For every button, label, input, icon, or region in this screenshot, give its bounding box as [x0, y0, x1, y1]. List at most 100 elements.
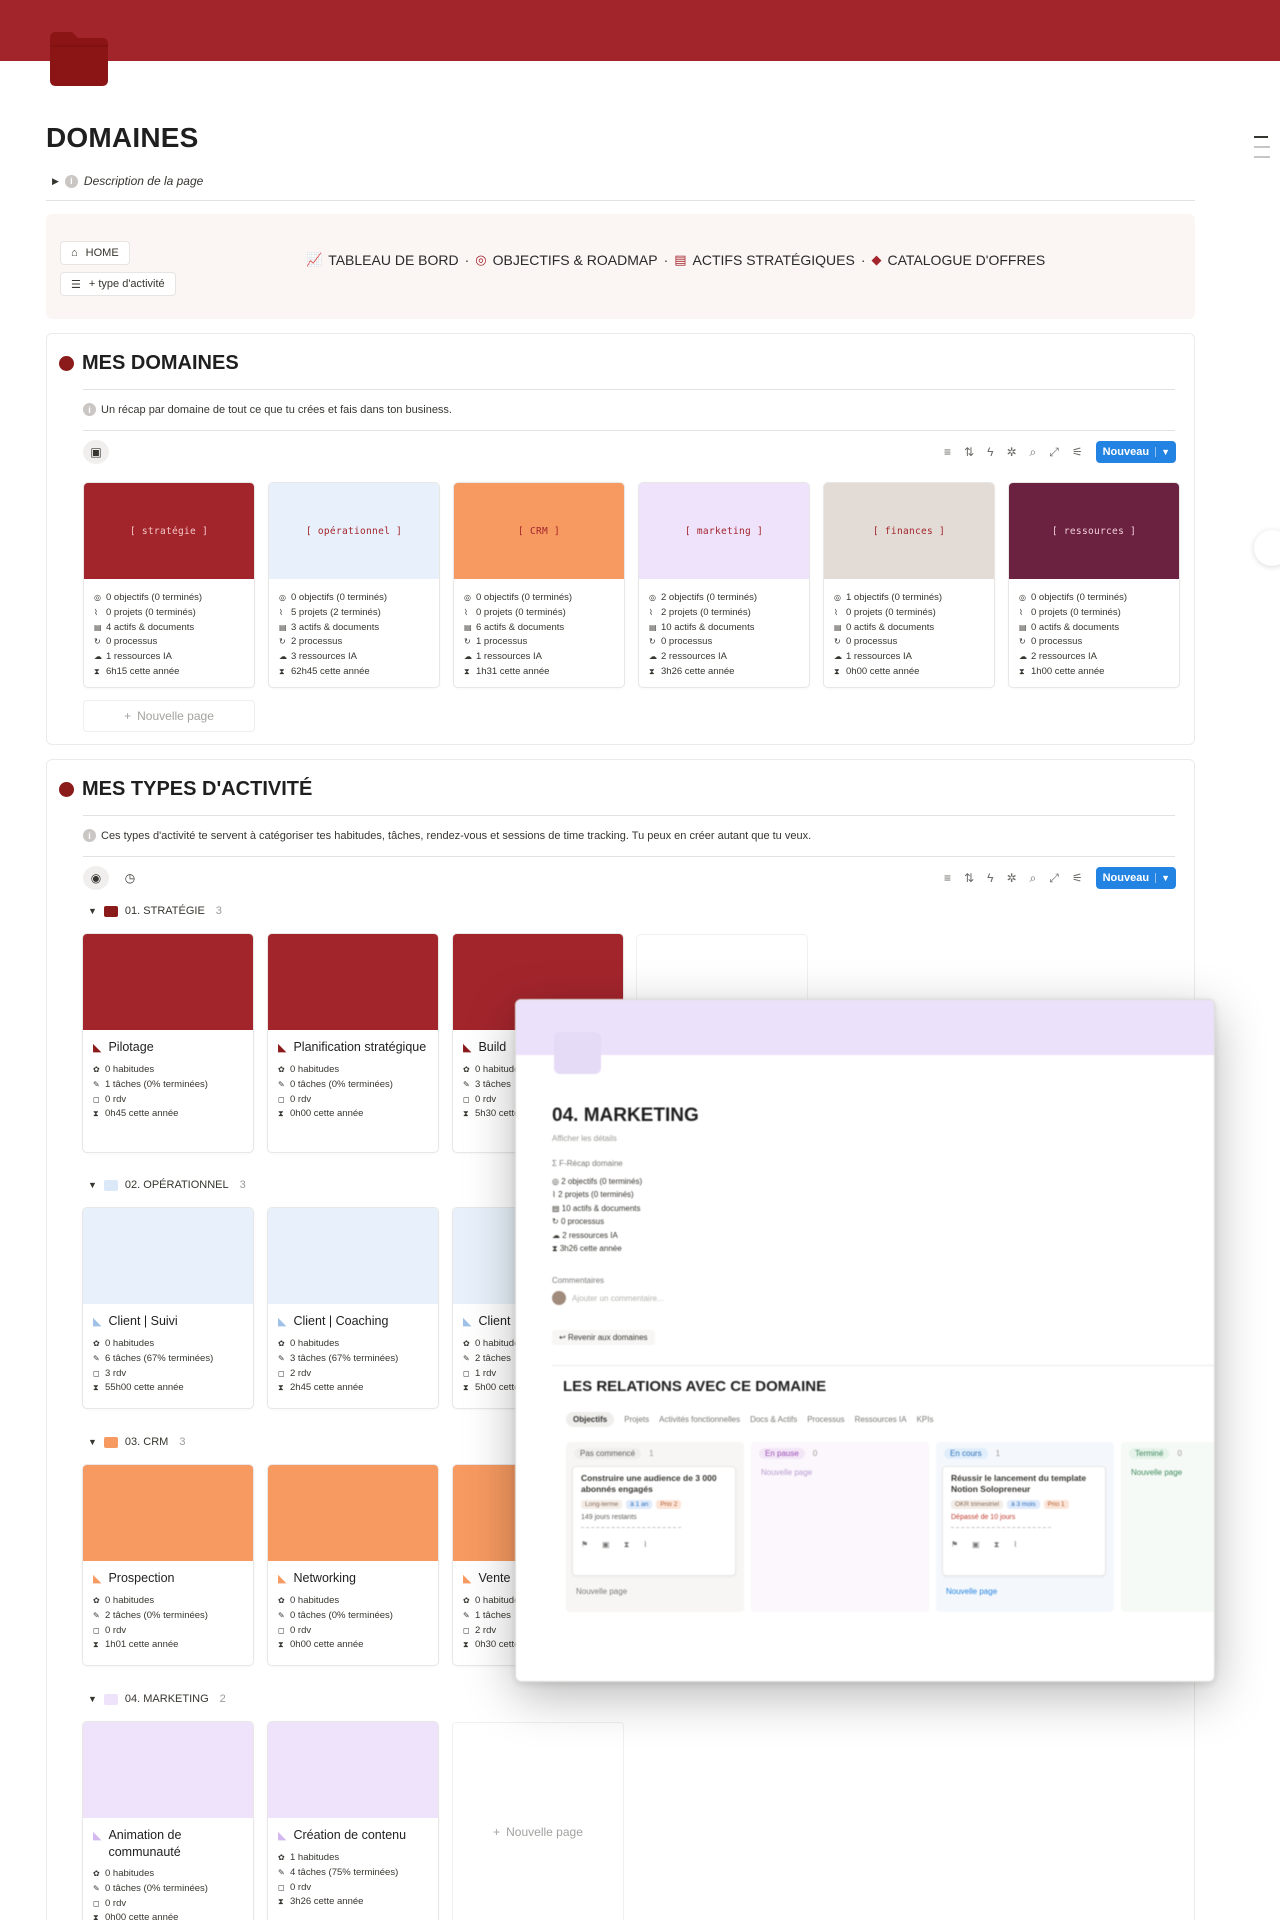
group-header[interactable]: ▼ 01. STRATÉGIE 3 — [88, 905, 222, 917]
calendar-icon: ◻ — [463, 1094, 470, 1104]
activity-stat: ⧗ 0h00 cette année — [278, 1107, 438, 1122]
folder-icon — [103, 1179, 118, 1191]
activity-stat-text: 0 rdv — [290, 1881, 312, 1893]
new-page-button[interactable]: + Nouvelle page — [452, 1722, 624, 1920]
group-count: 3 — [179, 1436, 186, 1448]
activity-card[interactable]: ◣ Client | Suivi ✿ 0 habitudes ✎ 6 tâches (67… — [82, 1207, 254, 1409]
expand-icon[interactable]: ⤢ — [1049, 445, 1059, 460]
show-details-link[interactable]: Afficher les détails — [552, 1134, 617, 1143]
home-button[interactable]: ⌂ HOME — [60, 241, 130, 265]
comment-input[interactable]: Ajouter un commentaire... — [552, 1291, 664, 1305]
tab-projets[interactable]: Projets — [624, 1415, 649, 1424]
objective-note: 149 jours restants — [581, 1514, 637, 1521]
tab-objectifs[interactable]: Objectifs — [566, 1412, 615, 1427]
tab-ressources[interactable]: Ressources IA — [855, 1415, 907, 1424]
objective-card[interactable]: Réussir le lancement du template Notion … — [942, 1466, 1106, 1576]
domain-card[interactable]: [ CRM ] ◎ 0 objectifs (0 terminés) ⌇ 0 proje… — [453, 482, 625, 688]
activity-card[interactable]: ◣ Animation de communauté ✿ 0 habitudes ✎ 0 t… — [82, 1721, 254, 1920]
domain-stat-text: 3h26 cette année — [661, 665, 735, 677]
activity-stat-text: 0 habitudes — [290, 1595, 340, 1606]
marketing-page-preview[interactable]: 04. MARKETING Afficher les détails Σ F-R… — [515, 999, 1215, 1682]
nav-link-dashboard[interactable]: TABLEAU DE BORD — [328, 252, 458, 268]
toggle-triangle-icon[interactable]: ▼ — [88, 1437, 97, 1447]
tab-docs[interactable]: Docs & Actifs — [750, 1415, 797, 1424]
gallery-view-icon[interactable]: ▣ — [83, 440, 109, 464]
group-header[interactable]: ▼ 04. MARKETING 2 — [88, 1693, 226, 1705]
toggle-triangle-icon[interactable]: ▶ — [52, 176, 59, 187]
domain-card[interactable]: [ marketing ] ◎ 2 objectifs (0 terminés) ⌇ 2… — [638, 482, 810, 688]
domain-stat-text: 0 projets (0 terminés) — [476, 606, 566, 618]
toggle-triangle-icon[interactable]: ▼ — [88, 906, 97, 916]
add-activity-type-button[interactable]: ☰ + type d'activité — [60, 272, 176, 296]
nav-link-objectives[interactable]: OBJECTIFS & ROADMAP — [493, 252, 658, 268]
description-toggle[interactable]: ▶ i Description de la page — [52, 174, 203, 188]
activity-card[interactable]: ◣ Pilotage ✿ 0 habitudes ✎ 1 tâches (0% termi… — [82, 933, 254, 1153]
domain-card[interactable]: [ opérationnel ] ◎ 0 objectifs (0 terminés… — [268, 482, 440, 688]
activity-card[interactable]: ◣ Networking ✿ 0 habitudes ✎ 0 tâches (0% ter… — [267, 1464, 439, 1666]
tab-processus[interactable]: Processus — [807, 1415, 844, 1424]
activity-stat-text: 6 tâches (67% terminées) — [105, 1352, 214, 1364]
ai-sparkle-icon[interactable]: ✲ — [1006, 445, 1016, 459]
settings-icon[interactable]: ⚟ — [1072, 871, 1083, 885]
back-to-domains-button[interactable]: ↩ Revenir aux domaines — [552, 1330, 655, 1345]
new-button[interactable]: Nouveau ▼ — [1095, 441, 1176, 463]
clock-icon[interactable]: ◷ — [117, 866, 143, 890]
chevron-down-icon[interactable]: ▼ — [1155, 447, 1170, 457]
side-peek-handle[interactable] — [1254, 530, 1280, 566]
activity-stat-text: 0 rdv — [475, 1093, 497, 1105]
table-of-contents-icon[interactable] — [1254, 136, 1270, 166]
activity-stat: ◻ 0 rdv — [278, 1624, 438, 1639]
new-page-button[interactable]: + Nouvelle page — [83, 700, 255, 732]
settings-icon[interactable]: ⚟ — [1072, 445, 1083, 459]
filter-icon[interactable]: ≡ — [944, 445, 951, 459]
domain-card-label: [ ressources ] — [1051, 525, 1137, 537]
hourglass-icon: ⧗ — [649, 666, 655, 676]
group-header[interactable]: ▼ 03. CRM 3 — [88, 1436, 185, 1448]
list-icon: ☰ — [71, 278, 81, 291]
activity-card[interactable]: ◣ Prospection ✿ 0 habitudes ✎ 2 tâches (0% te… — [82, 1464, 254, 1666]
activity-card[interactable]: ◣ Planification stratégique ✿ 0 habitudes ✎ 0… — [267, 933, 439, 1153]
nav-link-catalogue[interactable]: CATALOGUE D'OFFRES — [888, 252, 1046, 268]
domain-card[interactable]: [ finances ] ◎ 1 objectifs (0 terminés) ⌇ 0 … — [823, 482, 995, 688]
domain-stat: ⧗ 3h26 cette année — [649, 665, 809, 680]
activity-stat-text: 1 tâches (0% terminées) — [105, 1078, 208, 1090]
search-icon[interactable]: ⌕ — [1030, 871, 1037, 886]
chevron-down-icon[interactable]: ▼ — [1155, 873, 1170, 883]
search-icon[interactable]: ⌕ — [1030, 445, 1037, 460]
expand-icon[interactable]: ⤢ — [1049, 871, 1059, 886]
filter-icon[interactable]: ≡ — [944, 871, 951, 885]
pin-icon: ✎ — [278, 1079, 285, 1089]
new-button[interactable]: Nouveau ▼ — [1095, 867, 1176, 889]
activity-card[interactable]: ◣ Client | Coaching ✿ 0 habitudes ✎ 3 tâches … — [267, 1207, 439, 1409]
activity-stat-text: 0h00 cette année — [105, 1912, 179, 1920]
recap-label: Σ F-Récap domaine — [552, 1159, 623, 1168]
toggle-triangle-icon[interactable]: ▼ — [88, 1180, 97, 1190]
automation-icon[interactable]: ϟ — [987, 871, 993, 885]
domain-stat: ▤ 3 actifs & documents — [279, 621, 439, 636]
activity-stat: ✿ 0 habitudes — [93, 1594, 253, 1609]
new-page-button[interactable]: Nouvelle page — [1131, 1468, 1182, 1477]
activity-stat-text: 2 rdv — [475, 1624, 497, 1636]
toggle-triangle-icon[interactable]: ▼ — [88, 1694, 97, 1704]
sort-icon[interactable]: ⇅ — [964, 445, 974, 459]
overlay-stats-list: ◎ 2 objectifs (0 terminés) ⌇ 2 projets (… — [552, 1175, 642, 1255]
new-page-button[interactable]: Nouvelle page — [946, 1587, 997, 1596]
domain-stat-text: 0 objectifs (0 terminés) — [106, 592, 203, 603]
domain-card[interactable]: [ ressources ] ◎ 0 objectifs (0 terminés) ⌇… — [1008, 482, 1180, 688]
new-page-button[interactable]: Nouvelle page — [761, 1468, 812, 1477]
domain-card[interactable]: [ stratégie ] ◎ 0 objectifs (0 terminés) ⌇ 0… — [83, 482, 255, 688]
red-circle-icon — [59, 356, 74, 371]
group-header[interactable]: ▼ 02. OPÉRATIONNEL 3 — [88, 1179, 246, 1191]
activity-card-title: ◣ Networking — [268, 1561, 438, 1588]
new-page-button[interactable]: Nouvelle page — [576, 1587, 627, 1596]
activity-card[interactable]: ◣ Création de contenu ✿ 1 habitudes ✎ 4 tâche… — [267, 1721, 439, 1920]
automation-icon[interactable]: ϟ — [987, 445, 993, 459]
folder-icon — [103, 1436, 118, 1448]
board-view-icon[interactable]: ◉ — [83, 866, 109, 890]
tab-kpis[interactable]: KPIs — [917, 1415, 934, 1424]
nav-link-assets[interactable]: ACTIFS STRATÉGIQUES — [693, 252, 855, 268]
tab-activites[interactable]: Activités fonctionnelles — [659, 1415, 740, 1424]
ai-sparkle-icon[interactable]: ✲ — [1006, 871, 1016, 885]
sort-icon[interactable]: ⇅ — [964, 871, 974, 885]
objective-card[interactable]: Construire une audience de 3 000 abonnés… — [572, 1466, 736, 1576]
